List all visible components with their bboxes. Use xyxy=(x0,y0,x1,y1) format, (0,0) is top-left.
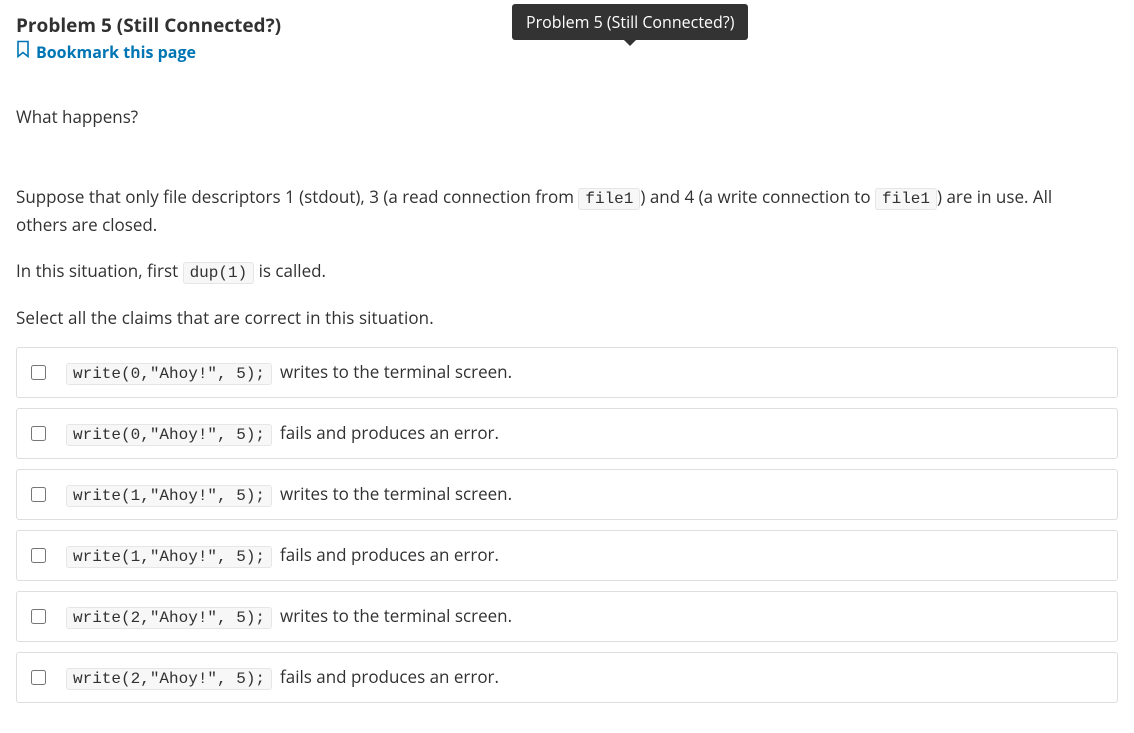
option-code: write(2,"Ahoy!", 5); xyxy=(66,668,272,690)
problem-body: Suppose that only file descriptors 1 (st… xyxy=(16,184,1096,286)
option-checkbox[interactable] xyxy=(31,487,46,502)
para1-mid: ) and 4 (a write connection to xyxy=(640,185,875,208)
tooltip: Problem 5 (Still Connected?) xyxy=(512,4,748,40)
bookmark-label: Bookmark this page xyxy=(36,41,196,63)
option-code: write(1,"Ahoy!", 5); xyxy=(66,485,272,507)
option-code: write(0,"Ahoy!", 5); xyxy=(66,424,272,446)
option-row[interactable]: write(2,"Ahoy!", 5); writes to the termi… xyxy=(16,591,1118,642)
option-code: write(0,"Ahoy!", 5); xyxy=(66,363,272,385)
option-code: write(1,"Ahoy!", 5); xyxy=(66,546,272,568)
option-checkbox[interactable] xyxy=(31,548,46,563)
bookmark-link[interactable]: Bookmark this page xyxy=(16,40,196,63)
para1-pre: Suppose that only file descriptors 1 (st… xyxy=(16,185,578,208)
option-label: write(1,"Ahoy!", 5); fails and produces … xyxy=(66,543,499,568)
bookmark-icon xyxy=(16,40,30,63)
option-checkbox[interactable] xyxy=(31,609,46,624)
code-file1-a: file1 xyxy=(578,188,640,210)
para2-post: is called. xyxy=(254,259,326,282)
option-row[interactable]: write(0,"Ahoy!", 5); writes to the termi… xyxy=(16,347,1118,398)
para2-pre: In this situation, first xyxy=(16,259,183,282)
option-label: write(1,"Ahoy!", 5); writes to the termi… xyxy=(66,482,512,507)
paragraph-2: In this situation, first dup(1) is calle… xyxy=(16,258,1096,286)
options-list: write(0,"Ahoy!", 5); writes to the termi… xyxy=(16,347,1118,703)
option-text: writes to the terminal screen. xyxy=(280,604,512,627)
question-heading: What happens? xyxy=(16,105,1118,128)
code-file1-b: file1 xyxy=(875,188,937,210)
paragraph-1: Suppose that only file descriptors 1 (st… xyxy=(16,184,1096,238)
code-dup1: dup(1) xyxy=(183,262,255,284)
option-label: write(0,"Ahoy!", 5); writes to the termi… xyxy=(66,360,512,385)
option-label: write(2,"Ahoy!", 5); writes to the termi… xyxy=(66,604,512,629)
option-label: write(0,"Ahoy!", 5); fails and produces … xyxy=(66,421,499,446)
option-label: write(2,"Ahoy!", 5); fails and produces … xyxy=(66,665,499,690)
option-code: write(2,"Ahoy!", 5); xyxy=(66,607,272,629)
select-instruction: Select all the claims that are correct i… xyxy=(16,306,1118,329)
option-row[interactable]: write(2,"Ahoy!", 5); fails and produces … xyxy=(16,652,1118,703)
option-checkbox[interactable] xyxy=(31,426,46,441)
option-text: writes to the terminal screen. xyxy=(280,360,512,383)
option-checkbox[interactable] xyxy=(31,365,46,380)
option-text: writes to the terminal screen. xyxy=(280,482,512,505)
option-row[interactable]: write(0,"Ahoy!", 5); fails and produces … xyxy=(16,408,1118,459)
option-text: fails and produces an error. xyxy=(280,543,499,566)
option-row[interactable]: write(1,"Ahoy!", 5); writes to the termi… xyxy=(16,469,1118,520)
option-checkbox[interactable] xyxy=(31,670,46,685)
option-text: fails and produces an error. xyxy=(280,421,499,444)
option-text: fails and produces an error. xyxy=(280,665,499,688)
option-row[interactable]: write(1,"Ahoy!", 5); fails and produces … xyxy=(16,530,1118,581)
